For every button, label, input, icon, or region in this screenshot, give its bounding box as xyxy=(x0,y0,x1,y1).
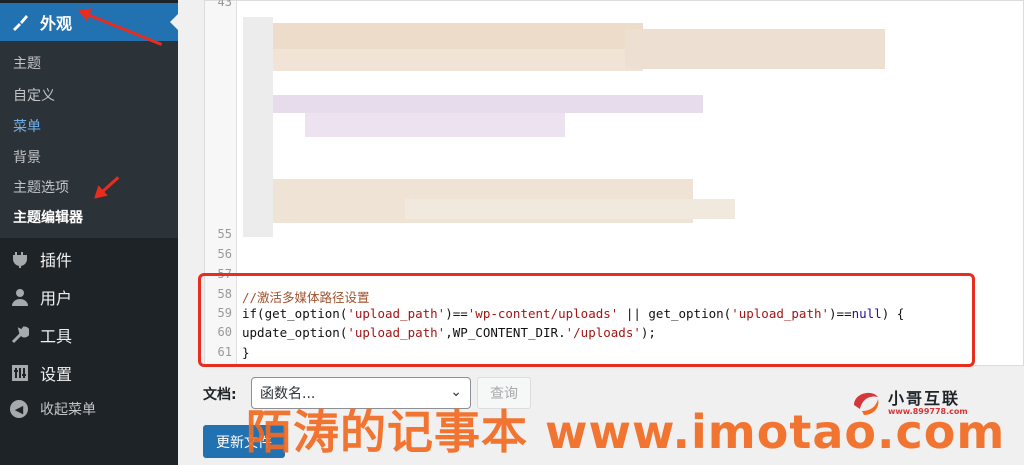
paintbrush-icon xyxy=(10,12,30,32)
plugin-icon xyxy=(10,249,30,269)
menu-users-label: 用户 xyxy=(40,289,73,308)
annotation-highlight-box xyxy=(198,273,975,367)
admin-sidebar: 外观 主题 自定义 菜单 背景 主题选项 主题编辑器 插件 用户 工具 设置 ◀… xyxy=(0,0,178,465)
line-number: 56 xyxy=(217,247,232,261)
logo-brand: 小哥互联 xyxy=(888,389,961,408)
submenu-background[interactable]: 背景 xyxy=(13,147,41,167)
menu-tools-label: 工具 xyxy=(40,327,73,346)
menu-settings[interactable]: 设置 xyxy=(0,354,178,392)
submenu-customize[interactable]: 自定义 xyxy=(13,85,55,105)
logo-mark-icon xyxy=(854,392,879,415)
submenu-themes[interactable]: 主题 xyxy=(13,53,41,73)
submenu-theme-editor[interactable]: 主题编辑器 xyxy=(13,207,83,227)
menu-settings-label: 设置 xyxy=(40,365,73,384)
submenu-theme-options[interactable]: 主题选项 xyxy=(13,177,69,197)
collapse-menu-label: 收起菜单 xyxy=(40,402,96,418)
blurred-code xyxy=(235,9,890,239)
wrench-icon xyxy=(10,325,30,345)
menu-tools[interactable]: 工具 xyxy=(0,316,178,354)
submenu-menus[interactable]: 菜单 xyxy=(13,116,41,136)
docs-label: 文档: xyxy=(203,387,237,403)
collapse-menu[interactable]: ◀ 收起菜单 xyxy=(10,399,96,419)
appearance-submenu: 主题 自定义 菜单 背景 主题选项 主题编辑器 xyxy=(0,41,178,238)
user-icon xyxy=(10,287,30,307)
menu-plugins-label: 插件 xyxy=(40,251,73,270)
logo-domain: www.899778.com xyxy=(888,407,968,416)
menu-plugins[interactable]: 插件 xyxy=(0,240,178,278)
menu-appearance-label: 外观 xyxy=(40,14,73,33)
settings-icon xyxy=(10,363,30,383)
menu-users[interactable]: 用户 xyxy=(0,278,178,316)
watermark-logo: 小哥互联 www.899778.com xyxy=(850,385,980,421)
line-number: 55 xyxy=(217,227,232,241)
collapse-icon: ◀ xyxy=(10,400,28,418)
line-number: 43 xyxy=(217,0,232,9)
